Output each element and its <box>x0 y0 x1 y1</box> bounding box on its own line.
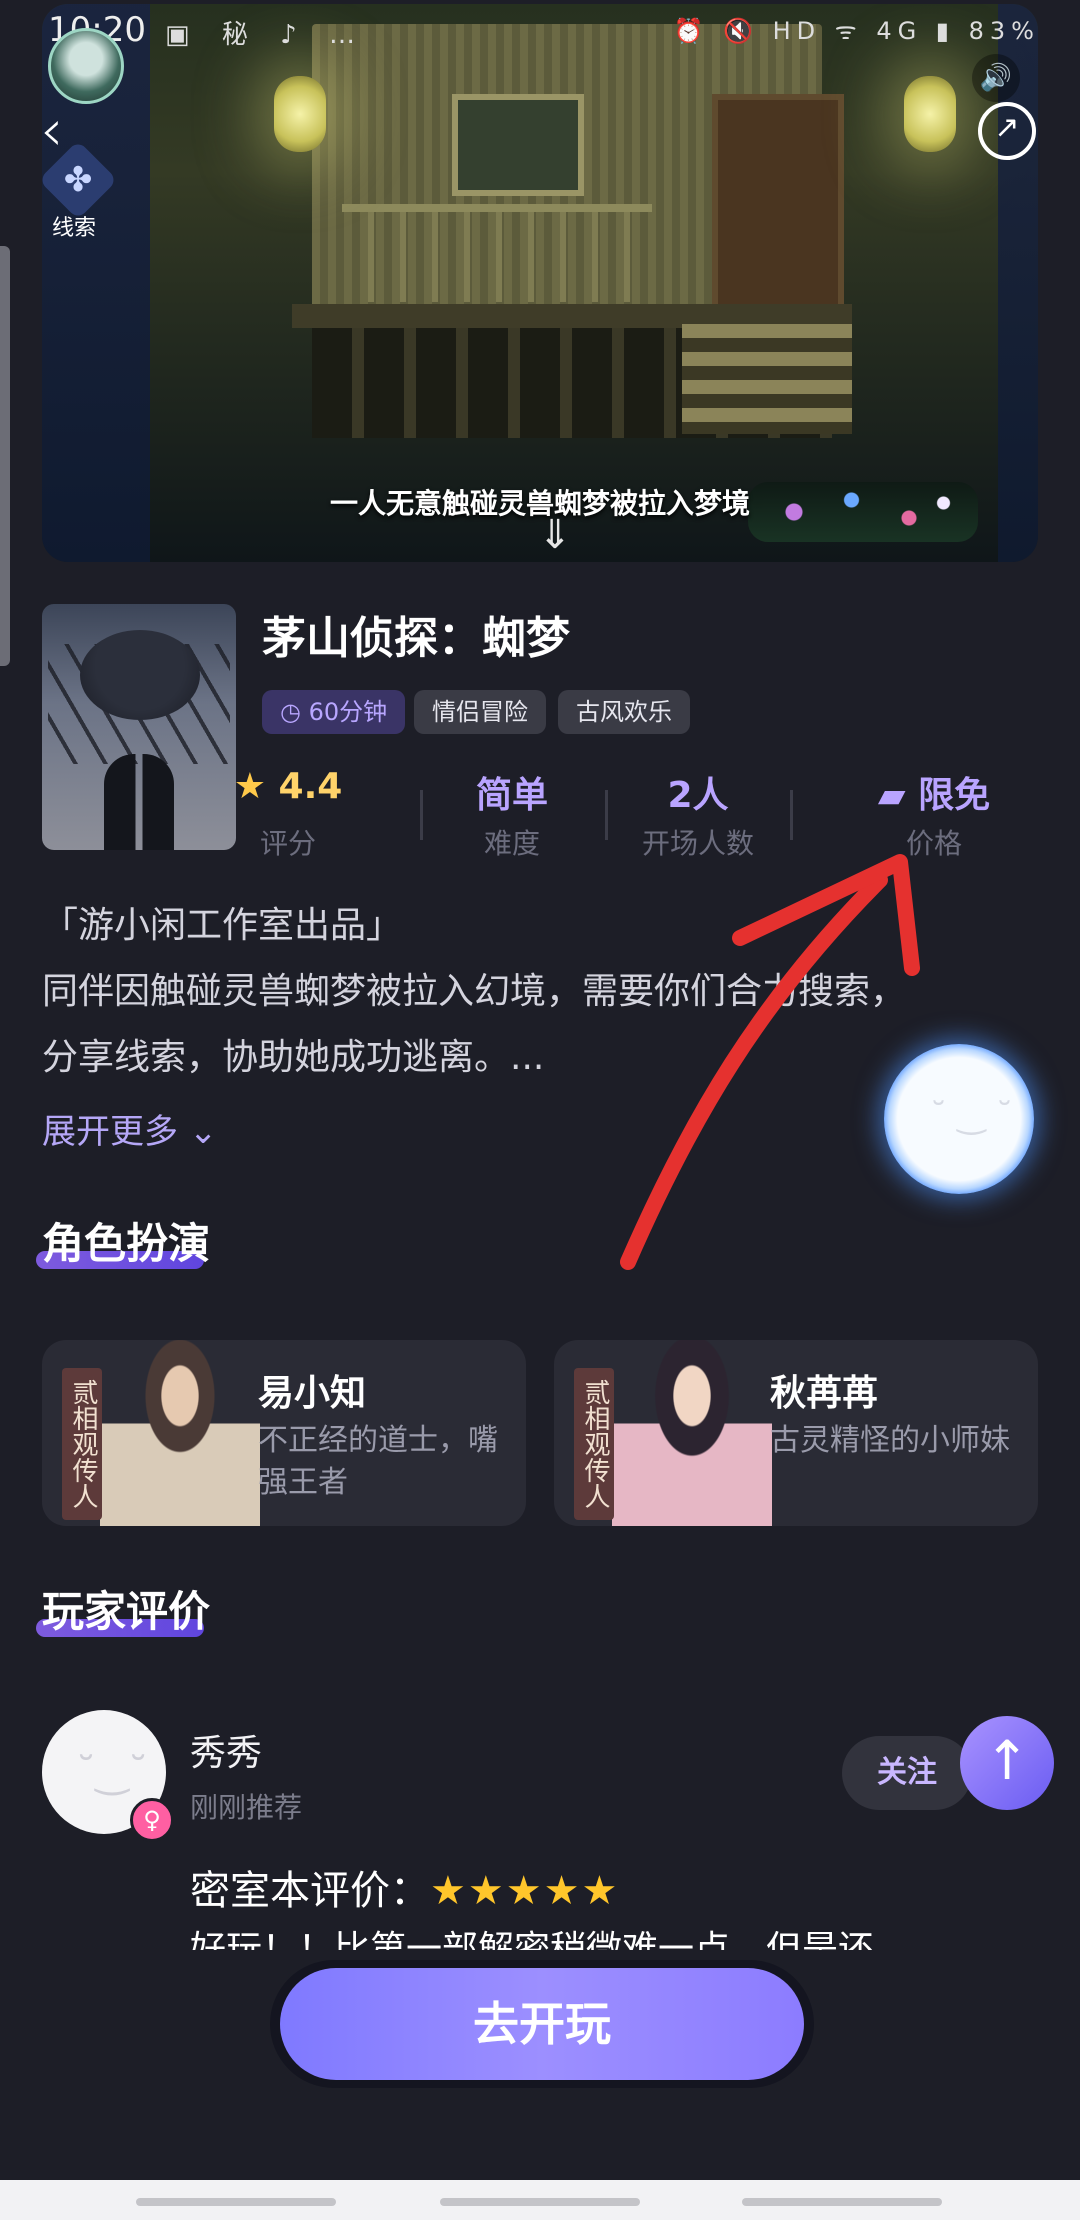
game-title: 茅山侦探：蜘梦 <box>262 613 570 664</box>
sound-icon[interactable]: 🔊 <box>972 54 1020 102</box>
review-meta: 刚刚推荐 <box>190 1791 303 1824</box>
expand-more-button[interactable]: 展开更多 ⌄ <box>42 1104 217 1153</box>
tag-genre[interactable]: 情侣冒险 <box>414 690 546 734</box>
divider <box>605 790 608 840</box>
down-arrow-icon: ⇓ <box>538 512 572 558</box>
play-button[interactable]: 去开玩 <box>280 1968 804 2080</box>
game-cover <box>42 604 236 850</box>
chevron-down-icon: ⌄ <box>188 1112 218 1152</box>
stat-label: 价格 <box>905 827 962 860</box>
female-icon: ♀ <box>130 1798 174 1842</box>
lantern <box>274 76 326 152</box>
stat-label: 难度 <box>483 827 540 860</box>
score-label: 密室本评价： <box>190 1868 430 1914</box>
sleepy-face-icon: ˘ ‿ ˘ <box>930 1096 1013 1136</box>
role-tag: 贰相观传人 <box>62 1368 102 1520</box>
lantern <box>904 76 956 152</box>
review-text: 好玩！！比第一部解密稍微难一点，但是还 <box>190 1929 875 1950</box>
annotation-stroke <box>620 872 888 1270</box>
nav-recents[interactable] <box>742 2198 942 2206</box>
ticket-icon: ▰ <box>877 775 919 816</box>
role-desc: 古灵精怪的小师妹 <box>770 1423 1010 1458</box>
difficulty-value: 简单 <box>475 775 548 816</box>
house-door <box>712 94 844 316</box>
annotation-head <box>732 854 920 976</box>
porch-railing <box>342 204 652 302</box>
share-icon[interactable]: ↗ <box>978 102 1036 160</box>
tag-duration: ◷ 60分钟 <box>262 690 406 734</box>
star-rating: ★★★★★ <box>430 1868 620 1914</box>
nav-back[interactable] <box>136 2198 336 2206</box>
clue-label[interactable]: 线索 <box>52 210 96 242</box>
reviewer-name[interactable]: 秀秀 <box>190 1724 262 1776</box>
porch-stairs <box>682 324 852 434</box>
stat-price: ▰ 限免 价格 <box>854 766 1014 862</box>
players-value: 2人 <box>667 775 729 816</box>
status-icons-left: ▣ 秘 ♪ … <box>165 20 367 50</box>
role-card[interactable]: 贰相观传人 易小知 不正经的道士，嘴强王者 <box>42 1340 526 1526</box>
description-line: 同伴因触碰灵兽蜘梦被拉入幻境，需要你们合力搜索， <box>42 971 907 1012</box>
divider <box>420 790 423 840</box>
role-tag: 贰相观传人 <box>574 1368 614 1520</box>
back-icon[interactable]: ‹ <box>40 96 63 164</box>
user-avatar[interactable] <box>48 28 124 104</box>
review-score: 密室本评价：★★★★★ <box>190 1858 619 1916</box>
follow-button[interactable]: 关注 <box>842 1736 972 1810</box>
clock-icon: ◷ <box>280 698 301 726</box>
figures <box>104 754 174 850</box>
description-line: 分享线索，协助她成功逃离。... <box>42 1037 545 1078</box>
status-bar: 10:20 ▣ 秘 ♪ … ⏰ 🔇 HD ᯤ 4G ▮ 83% <box>0 0 1080 62</box>
stat-label: 开场人数 <box>641 827 754 860</box>
edge-handle[interactable] <box>0 246 10 666</box>
section-title-text: 角色扮演 <box>42 1219 211 1268</box>
description-line: 「游小闲工作室出品」 <box>42 905 403 946</box>
role-name: 秋苒苒 <box>770 1373 879 1414</box>
stat-difficulty: 简单 难度 <box>432 766 592 862</box>
role-desc: 不正经的道士，嘴强王者 <box>258 1423 498 1500</box>
assistant-bubble[interactable]: ˘ ‿ ˘ <box>884 1044 1034 1194</box>
divider <box>790 790 793 840</box>
default-face-icon: ˘‿˘ <box>76 1750 149 1796</box>
section-title-roles: 角色扮演 <box>36 1210 211 1271</box>
role-portrait <box>612 1340 772 1526</box>
house-window <box>452 94 584 196</box>
stat-players: 2人 开场人数 <box>618 766 778 862</box>
tag-style[interactable]: 古风欢乐 <box>558 690 690 734</box>
status-icons-right: ⏰ 🔇 HD ᯤ 4G ▮ 83% <box>673 17 1040 45</box>
section-title-reviews: 玩家评价 <box>36 1578 211 1639</box>
role-name: 易小知 <box>258 1373 367 1414</box>
section-title-text: 玩家评价 <box>42 1587 211 1636</box>
rating-value: 4.4 <box>278 766 343 807</box>
arrow-up-icon: ↑ <box>984 1729 1030 1792</box>
tag-label: 60分钟 <box>308 698 388 726</box>
nav-home[interactable] <box>440 2198 640 2206</box>
price-value: 限免 <box>918 775 991 816</box>
stat-rating: ★ 4.4 评分 <box>208 766 368 862</box>
stat-label: 评分 <box>259 827 316 860</box>
role-portrait <box>100 1340 260 1526</box>
spider <box>80 630 200 720</box>
expand-label: 展开更多 <box>42 1112 178 1152</box>
scroll-top-button[interactable]: ↑ <box>960 1716 1054 1810</box>
role-card[interactable]: 贰相观传人 秋苒苒 古灵精怪的小师妹 <box>554 1340 1038 1526</box>
star-icon: ★ <box>233 766 279 807</box>
banner-image[interactable]: 一人无意触碰灵兽蜘梦被拉入梦境 ⇓ <box>42 4 1038 562</box>
